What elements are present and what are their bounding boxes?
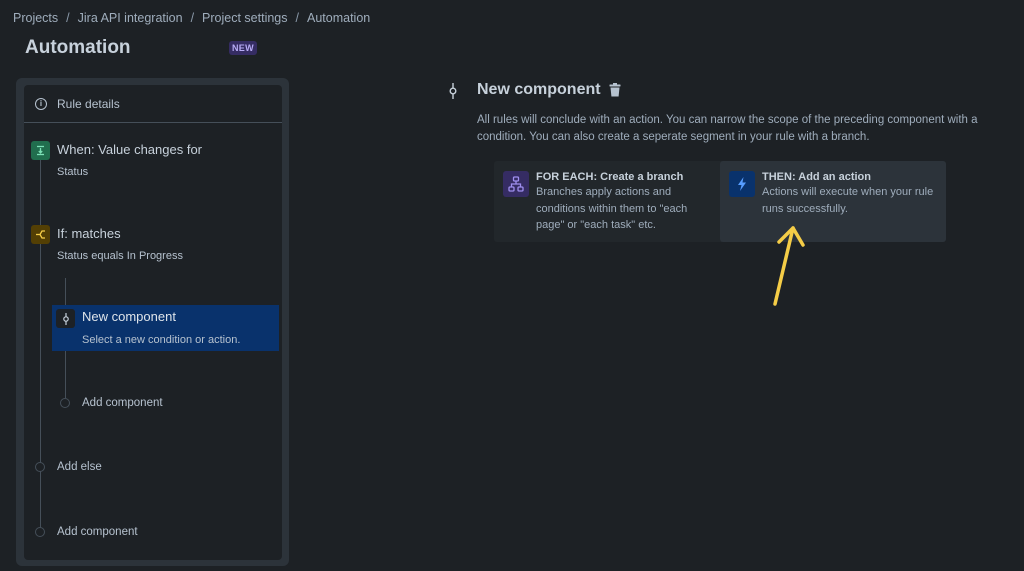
new-component-subtitle: Select a new condition or action. [82,334,241,346]
connector-line-branch [65,278,66,305]
component-icon [448,83,458,104]
add-else-link[interactable]: Add else [57,461,102,473]
trigger-icon [31,141,50,160]
add-component-inner-link[interactable]: Add component [82,397,163,409]
option-description: Actions will execute when your rule runs… [762,186,934,215]
add-component-dot [35,527,45,537]
breadcrumb-separator: / [190,11,195,25]
breadcrumb-separator: / [66,11,70,25]
option-title: FOR EACH: Create a branch [536,171,684,183]
new-badge: NEW [229,41,257,55]
branch-tree-icon [503,171,529,197]
info-icon: i [35,97,47,110]
breadcrumb-automation[interactable]: Automation [307,11,370,25]
component-title: New component [477,81,601,98]
connector-line-branch [65,351,66,398]
condition-title: If: matches [57,226,121,241]
add-component-dot [60,398,70,408]
component-description: All rules will conclude with an action. … [477,114,978,143]
component-icon [56,309,75,328]
trigger-title: When: Value changes for [57,142,203,157]
connector-line-main [40,160,41,532]
trigger-subtitle: Status [57,166,89,178]
breadcrumb-separator: / [295,11,299,25]
condition-subtitle: Status equals In Progress [57,250,183,262]
page-title: Automation [25,37,131,58]
add-else-dot [35,462,45,472]
breadcrumb: Projects / Jira API integration / Projec… [13,11,370,25]
breadcrumb-projects[interactable]: Projects [13,11,58,25]
option-title: THEN: Add an action [762,171,871,183]
option-then-action[interactable]: THEN: Add an action Actions will execute… [720,161,946,242]
branch-condition-icon [31,225,50,244]
option-description: Branches apply actions and conditions wi… [536,186,688,231]
rule-details-item[interactable]: i Rule details [24,85,282,123]
lightning-icon [729,171,755,197]
annotation-arrow-icon [765,218,810,313]
breadcrumb-project-settings[interactable]: Project settings [202,11,287,25]
component-options: FOR EACH: Create a branch Branches apply… [494,161,946,242]
rule-details-label: Rule details [57,96,120,111]
breadcrumb-jira-api-integration[interactable]: Jira API integration [78,11,183,25]
add-component-outer-link[interactable]: Add component [57,526,138,538]
trash-icon[interactable] [609,83,621,102]
option-for-each-branch[interactable]: FOR EACH: Create a branch Branches apply… [494,161,720,242]
new-component-title: New component [82,309,176,324]
